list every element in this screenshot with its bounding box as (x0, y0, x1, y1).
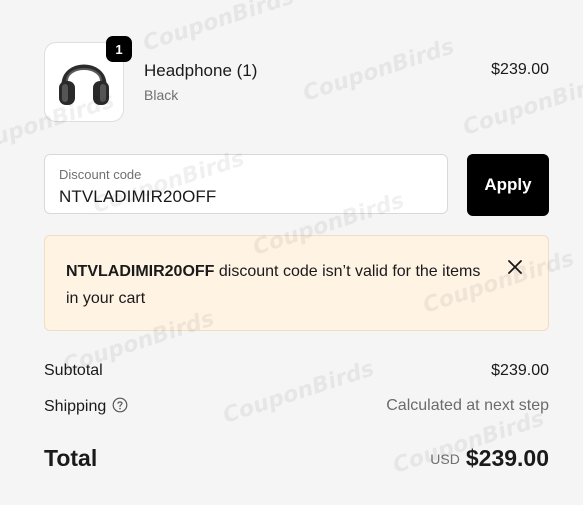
total-row: Total USD $239.00 (44, 445, 549, 475)
discount-error-alert: NTVLADIMIR20OFF discount code isn’t vali… (44, 235, 549, 331)
product-variant: Black (144, 87, 179, 103)
shipping-value: Calculated at next step (386, 397, 549, 414)
headphones-icon (56, 51, 112, 114)
alert-code: NTVLADIMIR20OFF (66, 263, 215, 280)
shipping-label: Shipping (44, 398, 107, 415)
close-icon[interactable] (506, 258, 524, 276)
total-label: Total (44, 445, 98, 471)
apply-button[interactable]: Apply (467, 154, 549, 216)
subtotal-label: Subtotal (44, 362, 103, 379)
product-price: $239.00 (491, 61, 549, 78)
total-price: USD $239.00 (430, 445, 549, 472)
currency-code: USD (430, 451, 460, 467)
alert-message: NTVLADIMIR20OFF discount code isn’t vali… (66, 258, 486, 312)
discount-code-field[interactable]: Discount code NTVLADIMIR20OFF (44, 154, 448, 214)
quantity-badge: 1 (106, 36, 132, 62)
subtotal-row: Subtotal $239.00 (44, 362, 549, 380)
help-circle-icon[interactable] (112, 397, 128, 418)
product-line-item: 1 Headphone (1) Black $239.00 (44, 36, 549, 122)
total-amount: $239.00 (465, 445, 549, 471)
shipping-row: Shipping Calculated at next step (44, 397, 549, 418)
product-name: Headphone (1) (144, 61, 258, 80)
subtotal-value: $239.00 (491, 362, 549, 379)
discount-code-input[interactable]: NTVLADIMIR20OFF (59, 187, 216, 207)
discount-code-label: Discount code (59, 167, 142, 182)
